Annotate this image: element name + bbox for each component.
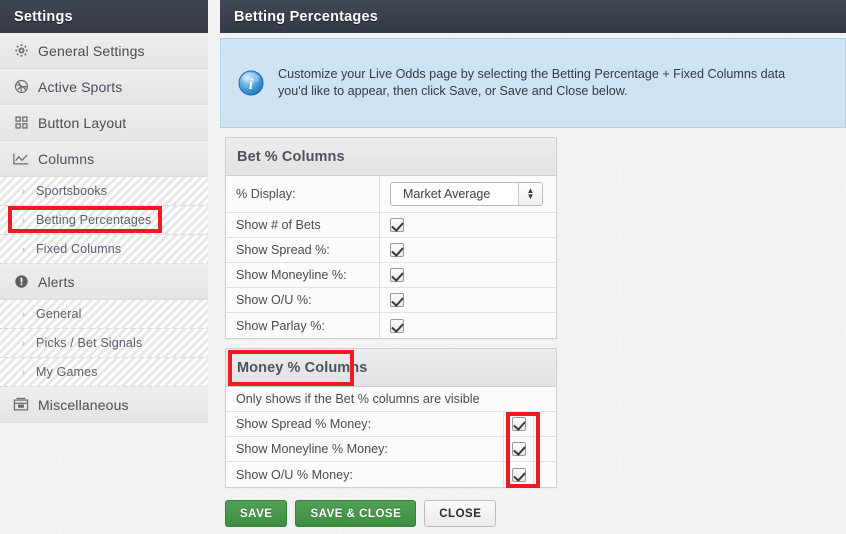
gear-icon — [10, 42, 32, 60]
chart-icon — [10, 150, 32, 168]
table-row: Show # of Bets — [226, 213, 556, 238]
bet-percent-columns-title: Bet % Columns — [226, 138, 556, 176]
checkbox[interactable] — [511, 417, 526, 431]
page-title: Betting Percentages — [220, 0, 846, 33]
grid-icon — [10, 114, 32, 132]
row-spacer-cell — [534, 462, 556, 487]
checkbox[interactable] — [390, 243, 404, 257]
sidebar-item-label: Alerts — [38, 273, 75, 290]
close-button[interactable]: CLOSE — [424, 500, 497, 527]
ball-icon — [10, 78, 32, 96]
alert-icon — [10, 273, 32, 291]
table-row-display: % Display: Market Average ▲ ▼ — [226, 176, 556, 213]
row-checkbox-cell — [504, 412, 534, 436]
row-spacer-cell — [534, 437, 556, 461]
settings-sidebar: Settings General Settings Active Sports Bu… — [0, 0, 208, 534]
sidebar-item-label: Miscellaneous — [38, 396, 129, 413]
info-banner-text: Customize your Live Odds page by selecti… — [278, 67, 786, 98]
sidebar-item-label: Picks / Bet Signals — [36, 336, 143, 350]
sidebar-item-label: Fixed Columns — [36, 242, 122, 256]
row-checkbox-cell — [380, 213, 556, 237]
info-icon: i — [238, 70, 264, 96]
table-row: Show O/U %: — [226, 288, 556, 313]
row-checkbox-cell — [380, 263, 556, 287]
money-percent-note: Only shows if the Bet % columns are visi… — [236, 392, 480, 406]
sidebar-nav-list: General Settings Active Sports Button Layo… — [0, 33, 208, 423]
sidebar-item-columns[interactable]: Columns — [0, 141, 208, 177]
checkbox[interactable] — [390, 318, 404, 333]
checkbox[interactable] — [390, 218, 404, 232]
save-button[interactable]: SAVE — [225, 500, 288, 527]
sidebar-item-label: Active Sports — [38, 78, 123, 95]
money-percent-columns-panel: Money % Columns Only shows if the Bet % … — [225, 348, 557, 488]
row-label: Show Moneyline %: — [226, 263, 380, 287]
row-label: Show Spread %: — [226, 238, 380, 262]
bullet-icon: › — [22, 214, 25, 225]
table-row: Show Moneyline % Money: — [226, 437, 556, 462]
row-label: Show Spread % Money: — [226, 412, 504, 436]
percent-display-label: % Display: — [226, 176, 380, 212]
bullet-icon: › — [22, 366, 25, 377]
percent-display-cell: Market Average ▲ ▼ — [380, 176, 556, 212]
row-checkbox-cell — [380, 288, 556, 312]
bullet-icon: › — [22, 308, 25, 319]
sidebar-item-label: General — [36, 307, 82, 321]
percent-display-select[interactable]: Market Average ▲ ▼ — [390, 182, 543, 206]
sidebar-item-miscellaneous[interactable]: Miscellaneous — [0, 387, 208, 423]
bullet-icon: › — [22, 185, 25, 196]
row-checkbox-cell — [504, 437, 534, 461]
money-percent-columns-title: Money % Columns — [226, 349, 556, 387]
save-and-close-button[interactable]: SAVE & CLOSE — [295, 500, 417, 527]
sidebar-item-alerts-general[interactable]: › General — [0, 300, 208, 329]
row-spacer-cell — [534, 412, 556, 436]
action-button-bar: SAVE SAVE & CLOSE CLOSE — [225, 500, 497, 527]
sidebar-item-label: Columns — [38, 150, 95, 167]
sidebar-item-label: My Games — [36, 365, 98, 379]
money-percent-note-row: Only shows if the Bet % columns are visi… — [226, 387, 556, 412]
bullet-icon: › — [22, 337, 25, 348]
table-row: Show Moneyline %: — [226, 263, 556, 288]
table-row: Show Spread % Money: — [226, 412, 556, 437]
row-label: Show O/U % Money: — [226, 462, 504, 487]
checkbox[interactable] — [511, 467, 526, 482]
checkbox[interactable] — [390, 268, 404, 282]
info-banner: i Customize your Live Odds page by selec… — [220, 38, 846, 128]
bet-percent-columns-panel: Bet % Columns % Display: Market Average … — [225, 137, 557, 339]
sidebar-item-picks-bet-signals[interactable]: › Picks / Bet Signals — [0, 329, 208, 358]
sidebar-item-my-games[interactable]: › My Games — [0, 358, 208, 387]
table-row: Show Parlay %: — [226, 313, 556, 338]
sidebar-title: Settings — [0, 0, 208, 33]
sidebar-item-sportsbooks[interactable]: › Sportsbooks — [0, 177, 208, 206]
row-label: Show # of Bets — [226, 213, 380, 237]
row-label: Show Moneyline % Money: — [226, 437, 504, 461]
box-icon — [10, 396, 32, 414]
sidebar-item-alerts[interactable]: Alerts — [0, 264, 208, 300]
row-checkbox-cell — [504, 462, 534, 487]
money-percent-rows: Show Spread % Money: Show Moneyline % Mon… — [226, 412, 556, 487]
checkbox[interactable] — [511, 442, 526, 456]
row-label: Show Parlay %: — [226, 313, 380, 338]
row-label: Show O/U %: — [226, 288, 380, 312]
sidebar-item-active-sports[interactable]: Active Sports — [0, 69, 208, 105]
sidebar-item-general-settings[interactable]: General Settings — [0, 33, 208, 69]
sidebar-item-label: Button Layout — [38, 114, 127, 131]
sidebar-item-label: General Settings — [38, 42, 145, 59]
table-row: Show Spread %: — [226, 238, 556, 263]
percent-display-selected-value: Market Average — [403, 187, 491, 201]
bet-percent-rows: Show # of Bets Show Spread %: Show Moneyli… — [226, 213, 556, 338]
checkbox[interactable] — [390, 293, 404, 307]
sidebar-item-label: Sportsbooks — [36, 184, 108, 198]
row-checkbox-cell — [380, 313, 556, 338]
chevron-updown-icon: ▲ ▼ — [518, 183, 542, 205]
sidebar-item-label: Betting Percentages — [36, 213, 152, 227]
sidebar-item-fixed-columns[interactable]: › Fixed Columns — [0, 235, 208, 264]
row-checkbox-cell — [380, 238, 556, 262]
bullet-icon: › — [22, 243, 25, 254]
table-row: Show O/U % Money: — [226, 462, 556, 487]
main-content: Betting Percentages i Customize your Liv… — [220, 0, 846, 534]
sidebar-item-button-layout[interactable]: Button Layout — [0, 105, 208, 141]
sidebar-item-betting-percentages[interactable]: › Betting Percentages — [0, 206, 208, 235]
